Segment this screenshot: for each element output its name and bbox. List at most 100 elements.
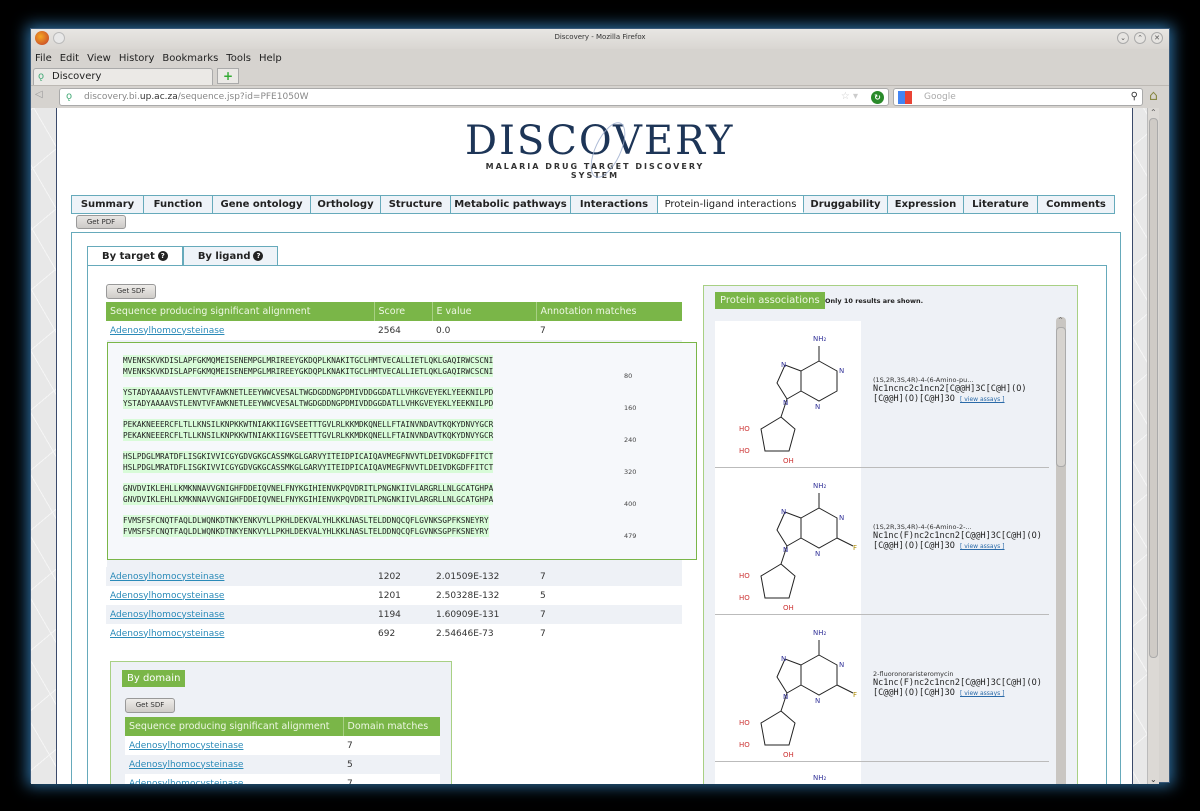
molecule-image[interactable]: NH₂: [715, 762, 861, 784]
reload-icon[interactable]: ↻: [871, 91, 884, 104]
table-row: Adenosylhomocysteinase 1202 2.01509E-132…: [106, 567, 682, 586]
minimize-button[interactable]: ⌄: [1117, 32, 1129, 44]
get-pdf-button[interactable]: Get PDF: [76, 215, 126, 229]
subject-sequence-line: YSTADYAAAAVSTLENVTVFAWKNETLEEYWWCVESALTW…: [123, 398, 494, 409]
query-sequence-line: HSLPDGLMRATDFLISGKIVVICGYGDVGKGCASSMKGLG…: [123, 451, 494, 462]
scroll-up-icon[interactable]: ⌃: [1150, 108, 1157, 117]
protein-link[interactable]: Adenosylhomocysteinase: [129, 760, 243, 770]
col-annotation-matches: Annotation matches: [535, 302, 682, 321]
alignment-block: FVMSFSFCNQTFAQLDLWQNKDTNKYENKVYLLPKHLDEK…: [123, 515, 489, 537]
tab-comments[interactable]: Comments: [1038, 196, 1115, 213]
home-icon[interactable]: ⌂: [1149, 88, 1158, 104]
molecule-image[interactable]: NH₂ N N N N HO HO OH F: [715, 468, 861, 614]
site-identity-icon: ǫ: [66, 91, 73, 102]
associations-scrollbar[interactable]: ^: [1056, 317, 1066, 784]
svg-text:F: F: [853, 691, 857, 699]
svg-text:F: F: [853, 544, 857, 552]
alignment-position: 400: [624, 500, 637, 508]
subtab-by-target-label: By target: [102, 251, 155, 262]
protein-link[interactable]: Adenosylhomocysteinase: [110, 610, 224, 620]
protein-link[interactable]: Adenosylhomocysteinase: [110, 572, 224, 582]
menu-bar: File Edit View History Bookmarks Tools H…: [31, 49, 1169, 67]
scrollbar-thumb[interactable]: [1056, 327, 1066, 467]
url-bar[interactable]: ǫ discovery.bi.up.ac.za/sequence.jsp?id=…: [59, 88, 889, 106]
view-assays-link[interactable]: [ view assays ]: [960, 396, 1005, 403]
protein-link[interactable]: Adenosylhomocysteinase: [129, 779, 243, 785]
new-tab-button[interactable]: +: [217, 68, 239, 84]
alignment-position: 240: [624, 436, 637, 444]
matches-cell: 7: [343, 736, 440, 755]
view-assays-link[interactable]: [ view assays ]: [960, 543, 1005, 550]
svg-text:HO: HO: [739, 741, 750, 749]
table-row: Adenosylhomocysteinase 7: [125, 736, 440, 755]
protein-link[interactable]: Adenosylhomocysteinase: [110, 591, 224, 601]
tab-summary[interactable]: Summary: [72, 196, 144, 213]
search-placeholder: Google: [924, 92, 956, 102]
svg-text:N: N: [815, 403, 820, 411]
discovery-logo: DISCOVERY MALARIA DRUG TARGET DISCOVERY …: [465, 117, 732, 183]
protein-link[interactable]: Adenosylhomocysteinase: [110, 326, 224, 336]
tab-literature[interactable]: Literature: [964, 196, 1038, 213]
tab-structure[interactable]: Structure: [381, 196, 451, 213]
ligand-name: (1S,2R,3S,4R)-4-(6-Amino-pu...: [873, 376, 974, 384]
protein-link[interactable]: Adenosylhomocysteinase: [110, 629, 224, 639]
tab-protein-ligand-interactions[interactable]: Protein-ligand interactions: [658, 196, 804, 213]
table-row: Adenosylhomocysteinase 1194 1.60909E-131…: [106, 605, 682, 624]
tab-interactions[interactable]: Interactions: [571, 196, 658, 213]
molecule-structure-icon: NH₂ N N N N HO HO OH: [739, 335, 844, 465]
tab-expression[interactable]: Expression: [888, 196, 964, 213]
binoculars-search-icon[interactable]: ⚲: [1131, 91, 1138, 102]
alignment-position: 80: [624, 372, 633, 380]
subtab-by-ligand[interactable]: By ligand?: [182, 246, 279, 266]
evalue-cell: 2.01509E-132: [432, 567, 536, 586]
browser-tab-label: Discovery: [52, 71, 102, 82]
molecule-image[interactable]: NH₂ N N N N HO HO OH: [715, 321, 861, 467]
tab-gene-ontology[interactable]: Gene ontology: [213, 196, 311, 213]
matches-cell: 5: [347, 759, 353, 770]
menu-tools[interactable]: Tools: [226, 53, 251, 64]
tab-function[interactable]: Function: [144, 196, 213, 213]
maximize-button[interactable]: ⌃: [1134, 32, 1146, 44]
scroll-up-icon[interactable]: ^: [1058, 317, 1063, 324]
help-icon[interactable]: ?: [253, 251, 264, 261]
menu-help[interactable]: Help: [259, 53, 282, 64]
score-cell: 1194: [374, 605, 432, 624]
google-engine-icon[interactable]: [898, 91, 912, 104]
browser-tab[interactable]: ǫ Discovery: [33, 68, 213, 85]
col-sequence: Sequence producing significant alignment: [125, 717, 343, 736]
help-icon[interactable]: ?: [157, 251, 168, 261]
close-button[interactable]: ✕: [1151, 32, 1163, 44]
menu-history[interactable]: History: [119, 53, 155, 64]
molecule-structure-icon: NH₂ N N N N HO HO OH F: [739, 482, 857, 612]
url-domain: up.ac.za: [139, 92, 178, 102]
menu-view[interactable]: View: [87, 53, 111, 64]
subject-sequence-line: HSLPDGLMRATDFLISGKIVVICGYGDVGKGCASSMKGLG…: [123, 462, 494, 473]
menu-bookmarks[interactable]: Bookmarks: [162, 53, 218, 64]
ligand-info: 2-fluoronoraristeromycin Nc1nc(F)nc2c1ncn…: [873, 670, 1053, 699]
tab-metabolic-pathways[interactable]: Metabolic pathways: [451, 196, 571, 213]
tab-orthology[interactable]: Orthology: [311, 196, 381, 213]
menu-file[interactable]: File: [35, 53, 52, 64]
get-sdf-button[interactable]: Get SDF: [106, 284, 156, 299]
search-bar[interactable]: Google ⚲: [893, 88, 1143, 106]
page-scrollbar-thumb[interactable]: [1149, 118, 1158, 658]
svg-text:N: N: [839, 367, 844, 375]
query-sequence-line: MVENKSKVKDISLAPFGKMQMEISENEMPGLMRIREEYGK…: [123, 355, 494, 366]
menu-edit[interactable]: Edit: [60, 53, 79, 64]
protein-associations-panel: Protein associations Only 10 results are…: [703, 285, 1078, 784]
scroll-down-icon[interactable]: ⌄: [1150, 775, 1157, 784]
table-row: Adenosylhomocysteinase 2564 0.0 7: [106, 321, 682, 340]
page-scrollbar[interactable]: ⌃ ⌄: [1147, 108, 1159, 784]
bookmark-star-icon[interactable]: ☆ ▾: [841, 91, 858, 102]
sub-tabs: By target? By ligand?: [87, 246, 279, 266]
domain-get-sdf-button[interactable]: Get SDF: [125, 698, 175, 713]
matches-cell: 7: [343, 774, 440, 784]
protein-link[interactable]: Adenosylhomocysteinase: [129, 741, 243, 751]
results-note: Only 10 results are shown.: [825, 297, 924, 305]
view-assays-link[interactable]: [ view assays ]: [960, 690, 1005, 697]
molecule-image[interactable]: NH₂ N N N N HO HO OH F: [715, 615, 861, 761]
back-button[interactable]: ◁: [35, 89, 43, 100]
subtab-by-target[interactable]: By target?: [87, 246, 183, 266]
subtab-by-ligand-label: By ligand: [197, 251, 251, 262]
tab-druggability[interactable]: Druggability: [804, 196, 888, 213]
